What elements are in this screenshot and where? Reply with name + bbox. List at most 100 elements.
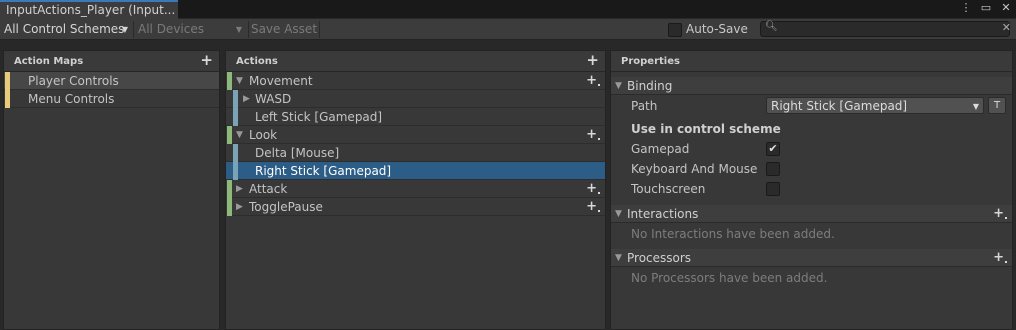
clear-search-icon[interactable]: ✕	[1002, 21, 1011, 34]
action-maps-header: Action Maps +	[4, 51, 219, 72]
binding-row-wasd[interactable]: ▶ WASD	[226, 90, 605, 108]
binding-label: Delta [Mouse]	[255, 146, 340, 160]
add-binding-button[interactable]: +	[586, 198, 600, 215]
action-row-attack[interactable]: ▶ Attack +	[226, 180, 605, 198]
scheme-heading-row: Use in control scheme	[611, 119, 1012, 139]
kebab-menu-icon[interactable]: ⋮	[960, 1, 972, 14]
text-mode-button[interactable]: T	[988, 97, 1006, 114]
dropdown-arrow-icon: ▼	[972, 102, 979, 111]
search-icon: 🔍︎	[765, 21, 778, 32]
path-dropdown[interactable]: Right Stick [Gamepad] ▼	[766, 97, 984, 114]
expanded-triangle-icon[interactable]: ▼	[615, 77, 622, 95]
binding-row-left-stick[interactable]: Left Stick [Gamepad]	[226, 108, 605, 126]
action-map-item-menu-controls[interactable]: Menu Controls	[4, 90, 219, 108]
add-action-button[interactable]: +	[586, 51, 599, 70]
collapsed-triangle-icon[interactable]: ▶	[236, 198, 243, 216]
add-binding-button[interactable]: +	[586, 72, 600, 89]
collapsed-triangle-icon[interactable]: ▶	[243, 90, 250, 108]
window-controls: ⋮ ▭ ✕	[960, 1, 1012, 14]
add-processor-button[interactable]: +	[993, 249, 1007, 266]
keyboard-mouse-checkbox[interactable]	[766, 162, 780, 176]
action-maps-title: Action Maps	[14, 56, 84, 67]
gamepad-checkbox[interactable]: ✔	[766, 142, 780, 156]
action-color-bar	[227, 180, 232, 198]
close-icon[interactable]: ✕	[1000, 1, 1012, 14]
processors-empty-message: No Processors have been added.	[631, 271, 828, 285]
interactions-empty-message: No Interactions have been added.	[631, 227, 835, 241]
interactions-section-header[interactable]: ▼ Interactions +	[611, 205, 1012, 223]
scheme-label: Gamepad	[631, 142, 690, 156]
action-color-bar	[227, 72, 232, 90]
binding-row-delta-mouse[interactable]: Delta [Mouse]	[226, 144, 605, 162]
expanded-triangle-icon[interactable]: ▼	[615, 205, 622, 223]
window-tab-title: InputActions_Player (Input...	[6, 3, 176, 17]
scheme-row-touchscreen: Touchscreen	[611, 179, 1012, 199]
action-maps-panel: Action Maps + Player Controls Menu Contr…	[3, 50, 220, 330]
binding-color-bar	[233, 162, 238, 180]
scheme-heading: Use in control scheme	[631, 122, 781, 136]
add-interaction-button[interactable]: +	[993, 205, 1007, 222]
save-asset-button[interactable]: Save Asset	[248, 21, 320, 38]
expanded-triangle-icon[interactable]: ▼	[236, 72, 243, 90]
action-row-look[interactable]: ▼ Look +	[226, 126, 605, 144]
action-label: Movement	[249, 74, 313, 88]
control-schemes-label: All Control Schemes	[4, 22, 125, 36]
add-binding-button[interactable]: +	[586, 126, 600, 143]
binding-section-header[interactable]: ▼ Binding	[611, 77, 1012, 95]
add-action-map-button[interactable]: +	[200, 51, 213, 70]
action-map-item-player-controls[interactable]: Player Controls	[4, 72, 219, 90]
processors-section-header[interactable]: ▼ Processors +	[611, 249, 1012, 267]
auto-save-toggle[interactable]: Auto-Save	[668, 21, 748, 38]
binding-label: WASD	[255, 92, 292, 106]
expanded-triangle-icon[interactable]: ▼	[236, 126, 243, 144]
devices-label: All Devices	[138, 22, 204, 36]
action-map-label: Player Controls	[28, 74, 119, 88]
path-value: Right Stick [Gamepad]	[771, 99, 908, 113]
path-label: Path	[631, 99, 658, 113]
binding-section-label: Binding	[627, 79, 673, 93]
action-label: TogglePause	[249, 200, 323, 214]
scheme-row-gamepad: Gamepad ✔	[611, 139, 1012, 159]
control-schemes-dropdown[interactable]: All Control Schemes ▼	[0, 21, 131, 38]
interactions-section-label: Interactions	[627, 207, 699, 221]
dropdown-arrow-icon: ▼	[121, 25, 128, 34]
maximize-icon[interactable]: ▭	[980, 1, 992, 14]
touchscreen-checkbox[interactable]	[766, 182, 780, 196]
actions-header: Actions +	[226, 51, 605, 72]
devices-dropdown[interactable]: All Devices ▼	[133, 21, 245, 38]
auto-save-checkbox[interactable]	[668, 22, 682, 37]
properties-header: Properties	[611, 51, 1012, 72]
search-input[interactable]: 🔍︎ ✕	[760, 21, 1011, 37]
binding-color-bar	[233, 144, 238, 162]
scheme-label: Touchscreen	[631, 182, 706, 196]
processors-section-label: Processors	[627, 251, 692, 265]
binding-color-bar	[233, 90, 238, 108]
window-tab-strip: InputActions_Player (Input... ⋮ ▭ ✕	[0, 0, 1016, 19]
action-label: Attack	[249, 182, 288, 196]
action-row-movement[interactable]: ▼ Movement +	[226, 72, 605, 90]
expanded-triangle-icon[interactable]: ▼	[615, 249, 622, 267]
dropdown-arrow-icon: ▼	[235, 25, 242, 34]
binding-row-right-stick[interactable]: Right Stick [Gamepad]	[226, 162, 605, 180]
scheme-row-keyboard-mouse: Keyboard And Mouse	[611, 159, 1012, 179]
checkmark-icon: ✔	[768, 142, 778, 155]
window-tab[interactable]: InputActions_Player (Input...	[0, 0, 178, 19]
add-binding-button[interactable]: +	[586, 180, 600, 197]
auto-save-label: Auto-Save	[686, 22, 748, 36]
properties-title: Properties	[621, 56, 680, 67]
binding-color-bar	[233, 108, 238, 126]
action-color-bar	[227, 198, 232, 216]
toolbar: All Control Schemes ▼ All Devices ▼ Save…	[0, 19, 1016, 40]
action-map-label: Menu Controls	[28, 92, 115, 106]
action-map-color-bar	[5, 90, 10, 108]
path-row: Path Right Stick [Gamepad] ▼ T	[611, 96, 1012, 116]
actions-panel: Actions + ▼ Movement + ▶ WASD Left Stick…	[225, 50, 606, 330]
binding-label: Left Stick [Gamepad]	[255, 110, 383, 124]
action-label: Look	[249, 128, 278, 142]
actions-title: Actions	[236, 56, 278, 67]
collapsed-triangle-icon[interactable]: ▶	[236, 180, 243, 198]
action-color-bar	[227, 126, 232, 144]
action-row-togglepause[interactable]: ▶ TogglePause +	[226, 198, 605, 216]
action-map-color-bar	[5, 72, 10, 90]
binding-label: Right Stick [Gamepad]	[255, 164, 392, 178]
